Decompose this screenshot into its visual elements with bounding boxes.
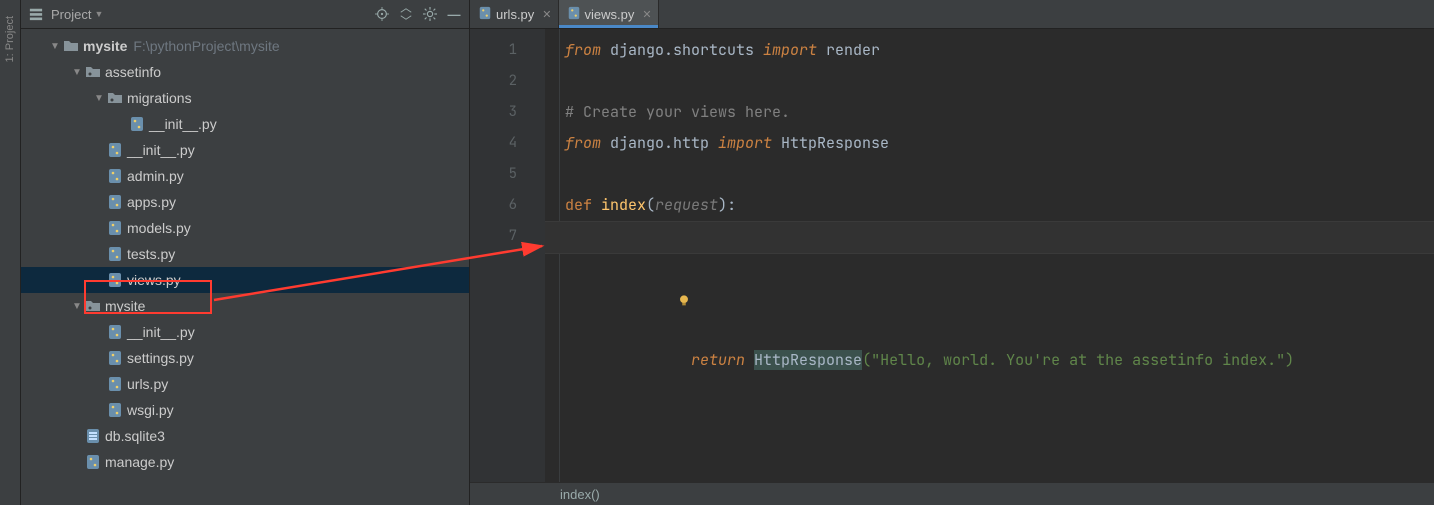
- tree-item-label: admin.py: [127, 168, 184, 184]
- tab-urls[interactable]: urls.py ✕: [470, 0, 559, 28]
- line-number[interactable]: 3: [470, 97, 545, 128]
- tree-item-label: wsgi.py: [127, 402, 174, 418]
- tool-window-strip[interactable]: 1: Project: [0, 0, 21, 505]
- breadcrumb[interactable]: index(): [560, 487, 600, 502]
- project-view-toggle-icon[interactable]: [27, 6, 45, 22]
- python-file-icon: [107, 194, 123, 210]
- hide-panel-icon[interactable]: —: [445, 6, 463, 22]
- line-number[interactable]: 1: [470, 35, 545, 66]
- dropdown-caret-icon[interactable]: ▼: [94, 9, 103, 19]
- code-line[interactable]: from django.http import HttpResponse: [565, 128, 1434, 159]
- tree-item-label: urls.py: [127, 376, 168, 392]
- code-editor[interactable]: 1 2 3 4 5 6 7 from django.shortcuts impo…: [470, 29, 1434, 482]
- editor-tabs: urls.py ✕ views.py ✕: [470, 0, 1434, 29]
- line-number[interactable]: 4: [470, 128, 545, 159]
- python-file-icon: [129, 116, 145, 132]
- tree-item-label: tests.py: [127, 246, 175, 262]
- close-tab-icon[interactable]: ✕: [542, 8, 551, 21]
- code-line[interactable]: def index(request):: [565, 190, 1434, 221]
- expand-triangle-icon[interactable]: ▼: [71, 67, 83, 78]
- line-number[interactable]: 5: [470, 159, 545, 190]
- python-file-icon: [107, 350, 123, 366]
- tree-item-apps[interactable]: apps.py: [21, 189, 469, 215]
- python-file-icon: [107, 376, 123, 392]
- tree-item-label: manage.py: [105, 454, 174, 470]
- package-icon: [85, 64, 101, 80]
- python-file-icon: [107, 246, 123, 262]
- expand-triangle-icon[interactable]: ▼: [49, 41, 61, 52]
- tree-item-label: views.py: [127, 272, 181, 288]
- tree-root-hint: F:\pythonProject\mysite: [133, 38, 279, 54]
- line-number[interactable]: 7: [470, 221, 545, 252]
- line-number[interactable]: 6: [470, 190, 545, 221]
- tree-item-settings[interactable]: settings.py: [21, 345, 469, 371]
- python-file-icon: [107, 272, 123, 288]
- editor-panel: urls.py ✕ views.py ✕ 1 2 3 4 5 6 7: [470, 0, 1434, 505]
- tree-item-label: models.py: [127, 220, 191, 236]
- package-icon: [107, 90, 123, 106]
- tree-item-urls-pkg[interactable]: urls.py: [21, 371, 469, 397]
- tree-item-label: migrations: [127, 90, 192, 106]
- tree-item-mysite-init[interactable]: __init__.py: [21, 319, 469, 345]
- code-line[interactable]: [565, 66, 1434, 97]
- tree-item-assetinfo[interactable]: ▼ assetinfo: [21, 59, 469, 85]
- editor-breadcrumb-bar[interactable]: index(): [470, 482, 1434, 505]
- database-file-icon: [85, 428, 101, 444]
- tree-item-label: db.sqlite3: [105, 428, 165, 444]
- line-number-gutter[interactable]: 1 2 3 4 5 6 7: [470, 29, 545, 482]
- tree-item-label: assetinfo: [105, 64, 161, 80]
- settings-gear-icon[interactable]: [421, 6, 439, 22]
- close-tab-icon[interactable]: ✕: [642, 8, 651, 21]
- intention-bulb-icon[interactable]: [569, 293, 691, 344]
- project-panel-title: Project: [51, 7, 91, 22]
- tree-item-manage[interactable]: manage.py: [21, 449, 469, 475]
- python-file-icon: [567, 6, 581, 23]
- strip-label-project[interactable]: 1: Project: [4, 16, 16, 62]
- tree-item-models[interactable]: models.py: [21, 215, 469, 241]
- python-file-icon: [107, 168, 123, 184]
- tree-item-label: __init__.py: [127, 142, 195, 158]
- code-line[interactable]: # Create your views here.: [565, 97, 1434, 128]
- python-file-icon: [107, 142, 123, 158]
- python-file-icon: [478, 6, 492, 23]
- code-line[interactable]: [565, 159, 1434, 190]
- project-panel: Project ▼ — ▼ mysite F:\pythonProject\my…: [21, 0, 470, 505]
- tree-item-admin[interactable]: admin.py: [21, 163, 469, 189]
- locate-icon[interactable]: [373, 6, 391, 22]
- tree-item-label: __init__.py: [149, 116, 217, 132]
- python-file-icon: [107, 402, 123, 418]
- project-tree[interactable]: ▼ mysite F:\pythonProject\mysite ▼ asset…: [21, 29, 469, 505]
- tree-item-views[interactable]: views.py: [21, 267, 469, 293]
- folder-icon: [63, 38, 79, 54]
- tree-item-label: apps.py: [127, 194, 176, 210]
- tree-item-label: mysite: [83, 38, 127, 54]
- tree-item-db[interactable]: db.sqlite3: [21, 423, 469, 449]
- line-number[interactable]: 2: [470, 66, 545, 97]
- tree-item-migrations[interactable]: ▼ migrations: [21, 85, 469, 111]
- expand-triangle-icon[interactable]: ▼: [71, 301, 83, 312]
- project-panel-header: Project ▼ —: [21, 0, 469, 29]
- tree-item-label: settings.py: [127, 350, 194, 366]
- python-file-icon: [107, 220, 123, 236]
- tree-item-mysite-pkg[interactable]: ▼ mysite: [21, 293, 469, 319]
- code-area[interactable]: from django.shortcuts import render # Cr…: [545, 29, 1434, 482]
- tree-root[interactable]: ▼ mysite F:\pythonProject\mysite: [21, 33, 469, 59]
- tree-item-label: __init__.py: [127, 324, 195, 340]
- tab-label: views.py: [585, 7, 635, 22]
- tree-item-label: mysite: [105, 298, 145, 314]
- tree-item-migrations-init[interactable]: __init__.py: [21, 111, 469, 137]
- code-line[interactable]: return HttpResponse("Hello, world. You'r…: [565, 221, 1434, 252]
- expand-all-icon[interactable]: [397, 6, 415, 22]
- code-line[interactable]: from django.shortcuts import render: [565, 35, 1434, 66]
- python-file-icon: [85, 454, 101, 470]
- tab-label: urls.py: [496, 7, 534, 22]
- package-icon: [85, 298, 101, 314]
- tree-item-wsgi[interactable]: wsgi.py: [21, 397, 469, 423]
- python-file-icon: [107, 324, 123, 340]
- expand-triangle-icon[interactable]: ▼: [93, 93, 105, 104]
- tree-item-tests[interactable]: tests.py: [21, 241, 469, 267]
- tree-item-init[interactable]: __init__.py: [21, 137, 469, 163]
- tab-views[interactable]: views.py ✕: [559, 0, 659, 28]
